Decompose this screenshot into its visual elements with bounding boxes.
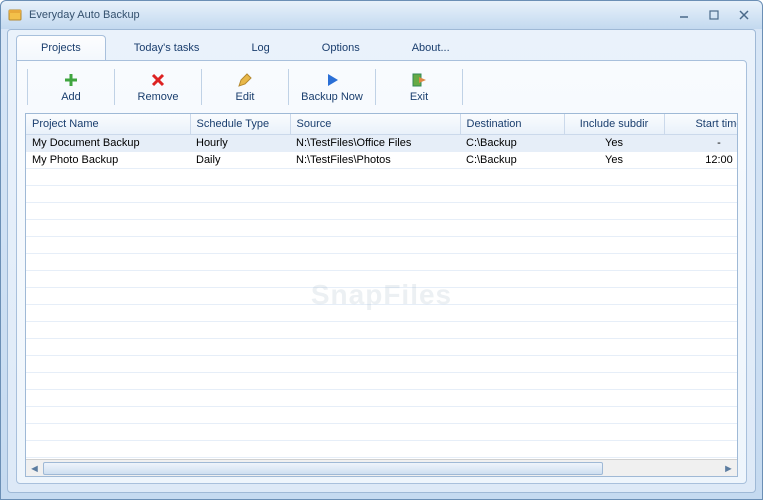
titlebar: Everyday Auto Backup — [1, 1, 762, 29]
projects-list: Project Name Schedule Type Source Destin… — [25, 113, 738, 477]
table-row[interactable]: My Photo BackupDailyN:\TestFiles\PhotosC… — [26, 151, 737, 168]
table-row-empty — [26, 440, 737, 457]
cell-include-subdir: Yes — [564, 134, 664, 151]
horizontal-scrollbar[interactable]: ◄ ► — [26, 459, 737, 476]
content-area: Projects Today's tasks Log Options About… — [7, 29, 756, 493]
exit-button[interactable]: Exit — [378, 65, 460, 109]
remove-button[interactable]: Remove — [117, 65, 199, 109]
x-icon — [150, 71, 166, 89]
cell-source: N:\TestFiles\Photos — [290, 151, 460, 168]
table-row-empty — [26, 406, 737, 423]
scroll-right-arrow-icon[interactable]: ► — [720, 460, 737, 477]
table-row-empty — [26, 236, 737, 253]
tab-log[interactable]: Log — [227, 36, 293, 60]
col-source[interactable]: Source — [290, 114, 460, 134]
table-row-empty — [26, 338, 737, 355]
backup-now-button[interactable]: Backup Now — [291, 65, 373, 109]
tab-about[interactable]: About... — [388, 36, 474, 60]
cell-schedule-type: Daily — [190, 151, 290, 168]
toolbar: Add Remove Edit Backup Now — [17, 61, 746, 113]
cell-source: N:\TestFiles\Office Files — [290, 134, 460, 151]
exit-label: Exit — [410, 91, 428, 103]
toolbar-separator — [201, 69, 202, 105]
table-header-row: Project Name Schedule Type Source Destin… — [26, 114, 737, 134]
app-window: Everyday Auto Backup Projects Today's ta… — [0, 0, 763, 500]
add-button[interactable]: Add — [30, 65, 112, 109]
pencil-icon — [237, 71, 253, 89]
col-start-time[interactable]: Start time — [664, 114, 737, 134]
edit-label: Edit — [236, 91, 255, 103]
table-row-empty — [26, 389, 737, 406]
table-row-empty — [26, 355, 737, 372]
toolbar-separator — [288, 69, 289, 105]
cell-destination: C:\Backup — [460, 134, 564, 151]
table-row-empty — [26, 372, 737, 389]
maximize-button[interactable] — [702, 7, 726, 23]
table-row[interactable]: My Document BackupHourlyN:\TestFiles\Off… — [26, 134, 737, 151]
col-schedule-type[interactable]: Schedule Type — [190, 114, 290, 134]
table-row-empty — [26, 423, 737, 440]
backup-now-label: Backup Now — [301, 91, 363, 103]
table-row-empty — [26, 185, 737, 202]
tabpanel-projects: Add Remove Edit Backup Now — [16, 60, 747, 484]
table-row-empty — [26, 304, 737, 321]
table-row-empty — [26, 287, 737, 304]
table-row-empty — [26, 202, 737, 219]
table-row-empty — [26, 253, 737, 270]
tab-options[interactable]: Options — [298, 36, 384, 60]
close-button[interactable] — [732, 7, 756, 23]
table-row-empty — [26, 321, 737, 338]
cell-destination: C:\Backup — [460, 151, 564, 168]
toolbar-separator — [375, 69, 376, 105]
remove-label: Remove — [138, 91, 179, 103]
window-title: Everyday Auto Backup — [29, 9, 672, 21]
col-project-name[interactable]: Project Name — [26, 114, 190, 134]
table-row-empty — [26, 270, 737, 287]
edit-button[interactable]: Edit — [204, 65, 286, 109]
toolbar-separator — [114, 69, 115, 105]
exit-icon — [411, 71, 427, 89]
tab-projects[interactable]: Projects — [16, 35, 106, 60]
add-label: Add — [61, 91, 81, 103]
minimize-button[interactable] — [672, 7, 696, 23]
projects-table: Project Name Schedule Type Source Destin… — [26, 114, 737, 459]
cell-schedule-type: Hourly — [190, 134, 290, 151]
cell-project-name: My Photo Backup — [26, 151, 190, 168]
list-viewport[interactable]: Project Name Schedule Type Source Destin… — [26, 114, 737, 459]
col-destination[interactable]: Destination — [460, 114, 564, 134]
app-icon — [7, 7, 23, 23]
col-include-subdir[interactable]: Include subdir — [564, 114, 664, 134]
play-icon — [324, 71, 340, 89]
table-body: My Document BackupHourlyN:\TestFiles\Off… — [26, 134, 737, 459]
toolbar-separator — [462, 69, 463, 105]
cell-start-time: 12:00 — [664, 151, 737, 168]
table-row-empty — [26, 219, 737, 236]
tabstrip: Projects Today's tasks Log Options About… — [8, 30, 755, 60]
scroll-thumb[interactable] — [43, 462, 603, 475]
cell-project-name: My Document Backup — [26, 134, 190, 151]
tab-todays-tasks[interactable]: Today's tasks — [110, 36, 224, 60]
window-controls — [672, 7, 756, 23]
toolbar-separator — [27, 69, 28, 105]
plus-icon — [63, 71, 79, 89]
table-row-empty — [26, 168, 737, 185]
cell-start-time: - — [664, 134, 737, 151]
scroll-left-arrow-icon[interactable]: ◄ — [26, 460, 43, 477]
cell-include-subdir: Yes — [564, 151, 664, 168]
